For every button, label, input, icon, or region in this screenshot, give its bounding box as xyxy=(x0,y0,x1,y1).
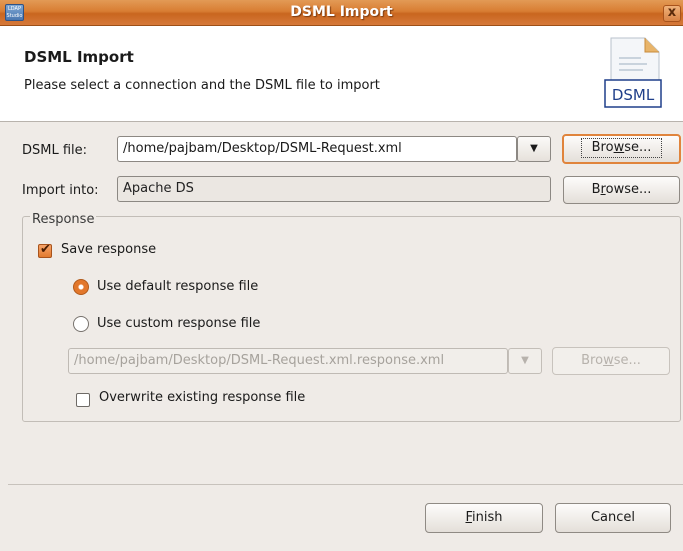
use-custom-response-radio[interactable] xyxy=(73,316,89,332)
finish-button[interactable]: Finish xyxy=(425,503,543,533)
save-response-checkbox[interactable]: ✔ xyxy=(38,242,52,258)
browse-label-part: Bro xyxy=(581,353,604,368)
browse-label-part: se... xyxy=(624,140,652,155)
dsml-file-label: DSML file: xyxy=(22,143,88,158)
custom-response-browse-button[interactable]: Browse... xyxy=(552,347,670,375)
window-title: DSML Import xyxy=(290,4,393,20)
save-response-label[interactable]: Save response xyxy=(61,242,156,257)
dsml-logo-text: DSML xyxy=(612,86,655,104)
use-default-response-label[interactable]: Use default response file xyxy=(97,279,258,294)
checkmark-icon: ✔ xyxy=(40,242,51,257)
browse-label-part: se... xyxy=(613,353,641,368)
page-description: Please select a connection and the DSML … xyxy=(24,78,380,93)
import-into-label: Import into: xyxy=(22,183,99,198)
close-icon[interactable]: x xyxy=(663,5,681,22)
cancel-button[interactable]: Cancel xyxy=(555,503,671,533)
browse-mnemonic: w xyxy=(603,353,614,368)
dsml-file-input[interactable]: /home/pajbam/Desktop/DSML-Request.xml xyxy=(117,136,517,162)
dsml-file-icon: DSML xyxy=(604,37,662,108)
chevron-down-icon: ▼ xyxy=(530,143,538,154)
overwrite-response-checkbox[interactable] xyxy=(76,393,90,407)
browse-mnemonic: w xyxy=(613,140,625,155)
custom-response-file-input[interactable]: /home/pajbam/Desktop/DSML-Request.xml.re… xyxy=(68,348,508,374)
browse-label-part: B xyxy=(591,182,601,197)
use-default-response-radio[interactable] xyxy=(73,279,89,295)
use-custom-response-label[interactable]: Use custom response file xyxy=(97,316,260,331)
overwrite-response-label[interactable]: Overwrite existing response file xyxy=(99,390,305,405)
import-into-browse-button[interactable]: Browse... xyxy=(563,176,680,204)
finish-label-part: inish xyxy=(472,510,503,525)
dsml-file-browse-button[interactable]: Browse... xyxy=(562,134,681,164)
dsml-file-dropdown-button[interactable]: ▼ xyxy=(517,136,551,162)
custom-response-dropdown-button[interactable]: ▼ xyxy=(508,348,542,374)
wizard-header xyxy=(0,26,683,122)
browse-label-part: owse... xyxy=(605,182,652,197)
page-title: DSML Import xyxy=(24,48,134,66)
browse-label-part: Bro xyxy=(591,140,614,155)
chevron-down-icon: ▼ xyxy=(521,355,529,366)
import-into-connection-field[interactable]: Apache DS xyxy=(117,176,551,202)
response-group-title: Response xyxy=(30,212,97,227)
footer-separator xyxy=(8,484,683,485)
